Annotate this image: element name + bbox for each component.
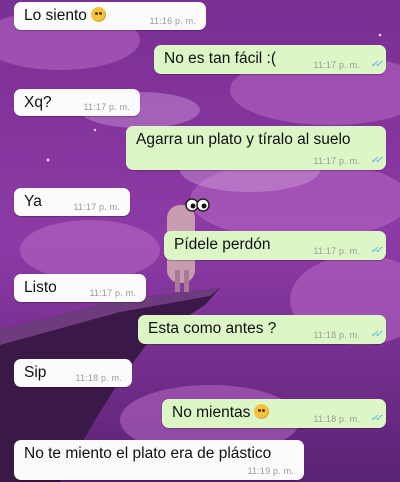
message-bubble-outgoing[interactable]: No mientas 11:18 p. m. ✓✓ xyxy=(162,399,386,428)
message-time: 11:17 p. m. xyxy=(83,102,130,112)
message-bubble-incoming[interactable]: Xq? 11:17 p. m. xyxy=(14,89,140,116)
message-time: 11:18 p. m. xyxy=(75,373,122,383)
message-time: 11:19 p. m. xyxy=(247,466,294,476)
message-text: Sip xyxy=(24,364,47,381)
message-time: 11:18 p. m. xyxy=(313,414,360,424)
message-text: Ya xyxy=(24,193,42,210)
pensive-face-icon xyxy=(254,404,270,419)
message-text: Agarra un plato y tíralo al suelo xyxy=(136,131,351,148)
message-bubble-outgoing[interactable]: No es tan fácil :( 11:17 p. m. ✓✓ xyxy=(154,45,386,74)
message-text: Xq? xyxy=(24,94,52,111)
message-time: 11:17 p. m. xyxy=(89,288,136,298)
message-bubble-outgoing[interactable]: Esta como antes ? 11:18 p. m. ✓✓ xyxy=(138,315,386,344)
message-time: 11:17 p. m. xyxy=(313,156,360,166)
message-bubble-incoming[interactable]: Ya 11:17 p. m. xyxy=(14,188,130,216)
message-bubble-outgoing[interactable]: Pídele perdón 11:17 p. m. ✓✓ xyxy=(164,231,386,260)
message-text: No mientas xyxy=(172,404,251,421)
read-receipt-icon: ✓✓ xyxy=(370,329,383,340)
message-bubble-incoming[interactable]: No te miento el plato era de plástico 11… xyxy=(14,440,304,480)
message-bubble-incoming[interactable]: Sip 11:18 p. m. xyxy=(14,359,132,387)
message-text: No es tan fácil :( xyxy=(164,50,276,67)
message-time: 11:17 p. m. xyxy=(73,202,120,212)
message-time: 11:17 p. m. xyxy=(313,60,360,70)
message-time: 11:16 p. m. xyxy=(149,16,196,26)
read-receipt-icon: ✓✓ xyxy=(370,413,383,424)
message-text: Esta como antes ? xyxy=(148,320,277,337)
read-receipt-icon: ✓✓ xyxy=(370,245,383,256)
message-text: Lo siento xyxy=(24,7,87,24)
message-bubble-outgoing[interactable]: Agarra un plato y tíralo al suelo 11:17 … xyxy=(126,126,386,170)
message-text: No te miento el plato era de plástico xyxy=(24,445,272,462)
message-bubble-incoming[interactable]: Lo siento 11:16 p. m. xyxy=(14,2,206,30)
read-receipt-icon: ✓✓ xyxy=(370,155,383,166)
message-time: 11:18 p. m. xyxy=(313,330,360,340)
message-text: Listo xyxy=(24,279,57,296)
read-receipt-icon: ✓✓ xyxy=(370,59,383,70)
pleading-face-icon xyxy=(90,7,106,22)
message-bubble-incoming[interactable]: Listo 11:17 p. m. xyxy=(14,274,146,302)
message-time: 11:17 p. m. xyxy=(313,246,360,256)
message-text: Pídele perdón xyxy=(174,236,271,253)
